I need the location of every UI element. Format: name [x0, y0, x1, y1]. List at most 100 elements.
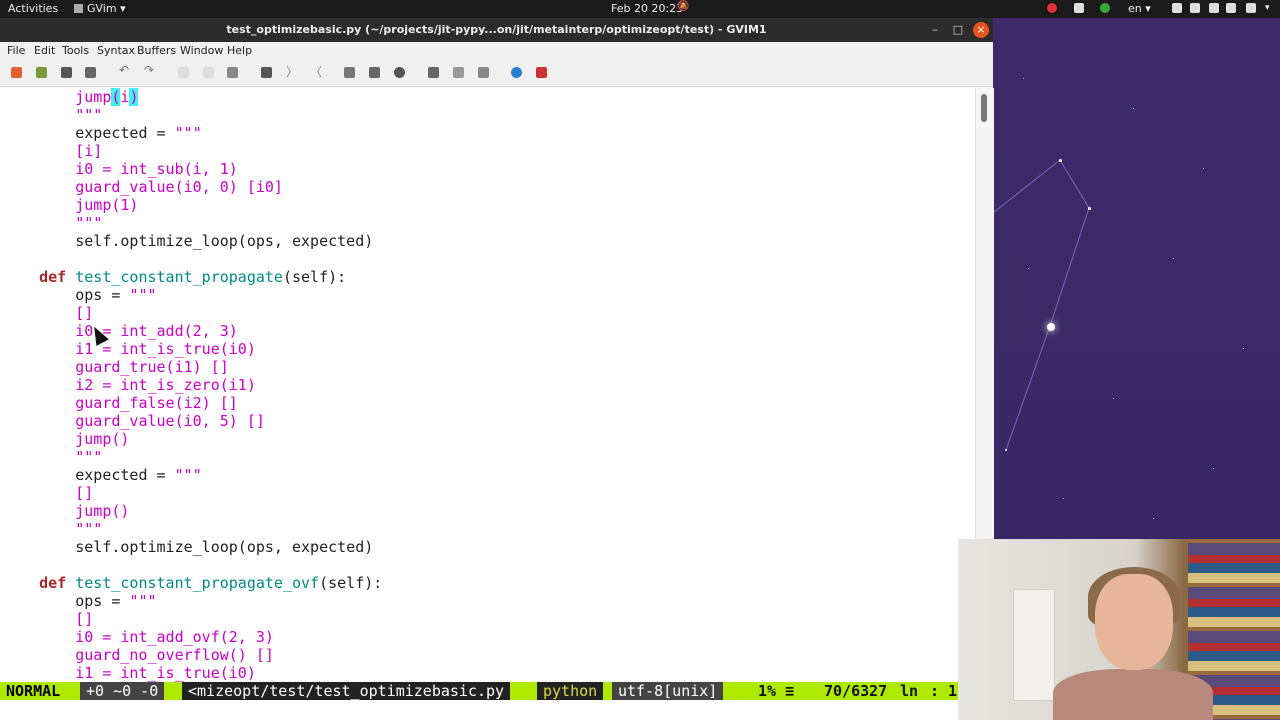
- mode-indicator: NORMAL: [0, 682, 67, 700]
- keyboard-language-menu[interactable]: en ▾: [1128, 2, 1151, 15]
- brightness-icon[interactable]: [1172, 3, 1182, 13]
- code-line[interactable]: self.optimize_loop(ops, expected): [3, 232, 373, 250]
- equiv-icon: ≡: [785, 682, 795, 700]
- save-session-icon[interactable]: [36, 67, 47, 78]
- save-session2-icon[interactable]: [369, 67, 380, 78]
- code-line[interactable]: def test_constant_propagate_ovf(self):: [3, 574, 382, 592]
- star: [1059, 159, 1062, 162]
- open-icon[interactable]: [11, 67, 22, 78]
- person-face: [1095, 574, 1173, 670]
- code-line[interactable]: jump(): [3, 430, 129, 448]
- jump-tag-icon[interactable]: [478, 67, 489, 78]
- code-line[interactable]: [i]: [3, 142, 102, 160]
- minimize-button[interactable]: –: [927, 22, 943, 38]
- app-menu[interactable]: GVim ▾: [74, 2, 126, 15]
- dropbox-icon[interactable]: [1074, 3, 1084, 13]
- code-line[interactable]: ops = """: [3, 592, 156, 610]
- file-type: python: [537, 682, 604, 700]
- code-line[interactable]: []: [3, 610, 93, 628]
- load-session-icon[interactable]: [344, 67, 355, 78]
- code-line[interactable]: guard_value(i0, 0) [i0]: [3, 178, 283, 196]
- code-line[interactable]: guard_no_overflow() []: [3, 646, 274, 664]
- help-icon[interactable]: [511, 67, 522, 78]
- system-menu-chevron-icon[interactable]: ▾: [1265, 3, 1270, 13]
- find-help-icon[interactable]: [536, 67, 547, 78]
- code-line[interactable]: guard_value(i0, 5) []: [3, 412, 265, 430]
- code-line[interactable]: expected = """: [3, 466, 201, 484]
- cut-icon[interactable]: [178, 67, 189, 78]
- scrollbar-thumb[interactable]: [981, 94, 987, 122]
- find-replace-icon[interactable]: [261, 67, 272, 78]
- status-line: NORMAL +0 ~0 -0 <mizeopt/test/test_optim…: [0, 682, 993, 700]
- app-menu-label: GVim ▾: [87, 2, 126, 15]
- webcam-overlay: [958, 539, 1280, 720]
- column-position: : 1: [930, 682, 958, 700]
- save-icon[interactable]: [61, 67, 72, 78]
- code-line[interactable]: i1 = int_is_true(i0): [3, 664, 256, 682]
- status-indicator-icon[interactable]: [1100, 3, 1110, 13]
- person-shoulders: [1053, 669, 1213, 720]
- background-door: [1013, 589, 1055, 701]
- code-line[interactable]: i2 = int_is_zero(i1): [3, 376, 256, 394]
- code-line[interactable]: jump(i): [3, 88, 139, 106]
- code-line[interactable]: def test_constant_propagate(self):: [3, 268, 346, 286]
- code-line[interactable]: jump(1): [3, 196, 138, 214]
- bright-star: [1047, 323, 1055, 331]
- redo-icon[interactable]: ↷: [144, 63, 155, 77]
- code-line[interactable]: []: [3, 484, 93, 502]
- code-line[interactable]: """: [3, 520, 102, 538]
- code-line[interactable]: expected = """: [3, 124, 201, 142]
- code-line[interactable]: jump(): [3, 502, 129, 520]
- paste-icon[interactable]: [227, 67, 238, 78]
- code-line[interactable]: ops = """: [3, 286, 156, 304]
- star: [1088, 207, 1091, 210]
- menu-syntax[interactable]: Syntax: [97, 44, 135, 57]
- toolbar: ↶ ↷ 〉 〈: [0, 60, 993, 87]
- menu-help[interactable]: Help: [227, 44, 252, 57]
- bluetooth-icon[interactable]: [1209, 3, 1219, 13]
- find-prev-icon[interactable]: 〈: [310, 63, 322, 79]
- undo-icon[interactable]: ↶: [119, 63, 130, 77]
- activities-button[interactable]: Activities: [8, 2, 58, 15]
- command-line[interactable]: [0, 700, 993, 720]
- gvim-app-icon: [74, 4, 83, 13]
- code-line[interactable]: guard_false(i2) []: [3, 394, 238, 412]
- menu-edit[interactable]: Edit: [34, 44, 55, 57]
- notification-bell-icon[interactable]: 🔕: [677, 1, 689, 12]
- menu-buffers[interactable]: Buffers: [137, 44, 176, 57]
- star: [1005, 449, 1007, 451]
- wifi-icon[interactable]: [1190, 3, 1200, 13]
- close-button[interactable]: ×: [973, 22, 989, 38]
- system-top-bar: Activities GVim ▾ Feb 20 20:23 🔕 en ▾ ▾: [0, 0, 1280, 18]
- menu-bar: File Edit Tools Syntax Buffers Window He…: [0, 42, 993, 60]
- editor-text-area[interactable]: jump(i) """ expected = """ [i] i0 = int_…: [0, 88, 975, 682]
- git-diff-stats: +0 ~0 -0: [80, 682, 165, 700]
- battery-icon[interactable]: [1246, 3, 1256, 13]
- code-line[interactable]: []: [3, 304, 93, 322]
- volume-icon[interactable]: [1226, 3, 1236, 13]
- code-line[interactable]: """: [3, 106, 102, 124]
- code-line[interactable]: i0 = int_add_ovf(2, 3): [3, 628, 274, 646]
- find-next-icon[interactable]: 〉: [286, 63, 298, 79]
- menu-window[interactable]: Window: [180, 44, 223, 57]
- record-indicator-icon[interactable]: [1047, 3, 1057, 13]
- code-line[interactable]: """: [3, 448, 102, 466]
- code-line[interactable]: self.optimize_loop(ops, expected): [3, 538, 373, 556]
- code-line[interactable]: """: [3, 214, 102, 232]
- code-line[interactable]: i1 = int_is_true(i0): [3, 340, 256, 358]
- code-line[interactable]: i0 = int_add(2, 3): [3, 322, 238, 340]
- file-encoding: utf-8[unix]: [612, 682, 724, 700]
- run-script-icon[interactable]: [394, 67, 405, 78]
- ctags-icon[interactable]: [453, 67, 464, 78]
- menu-tools[interactable]: Tools: [62, 44, 89, 57]
- copy-icon[interactable]: [203, 67, 214, 78]
- code-line[interactable]: i0 = int_sub(i, 1): [3, 160, 238, 178]
- make-icon[interactable]: [428, 67, 439, 78]
- maximize-button[interactable]: □: [950, 22, 966, 38]
- ln-label: ln: [900, 682, 919, 700]
- print-icon[interactable]: [85, 67, 96, 78]
- clock[interactable]: Feb 20 20:23: [611, 2, 683, 15]
- code-line[interactable]: guard_true(i1) []: [3, 358, 229, 376]
- menu-file[interactable]: File: [7, 44, 25, 57]
- window-titlebar[interactable]: test_optimizebasic.py (~/projects/jit-py…: [0, 18, 993, 42]
